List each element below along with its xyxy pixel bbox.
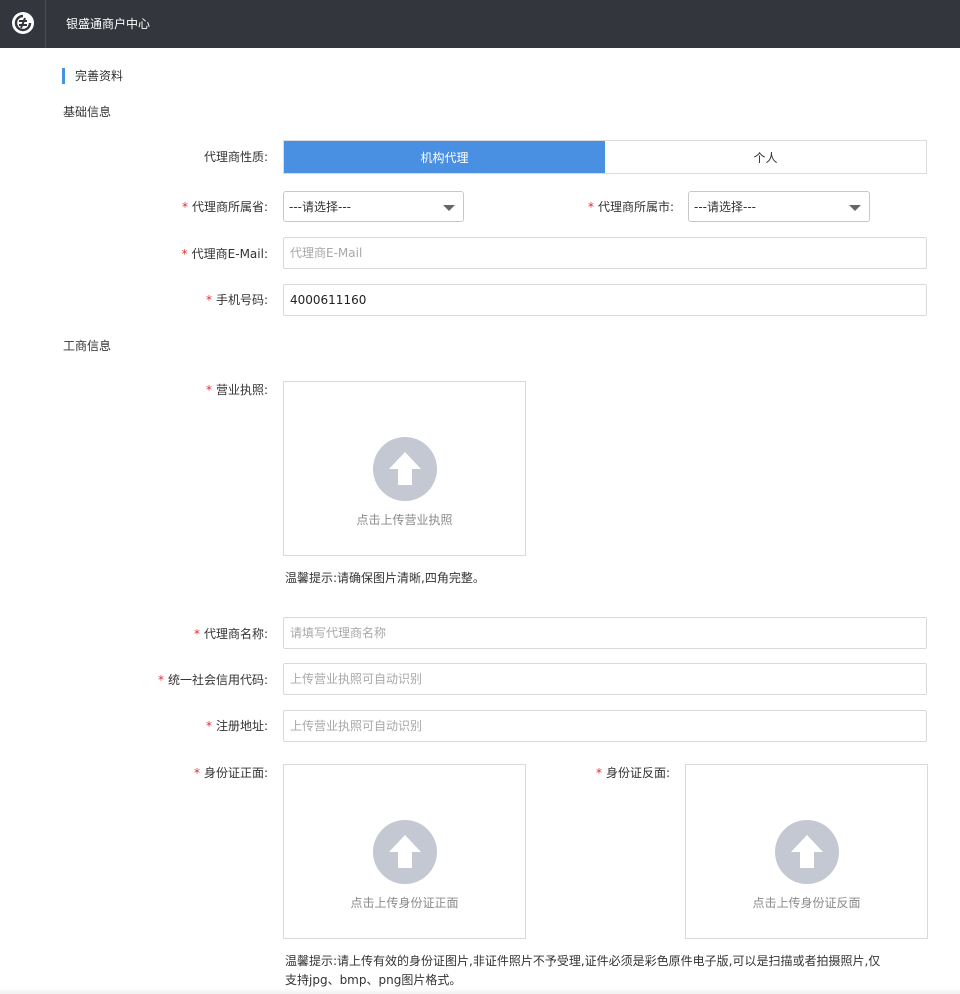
basic-info-heading: 基础信息 bbox=[63, 105, 112, 119]
agent-type-option-institution[interactable]: 机构代理 bbox=[284, 141, 605, 173]
agent-type-label: 代理商性质: bbox=[203, 150, 268, 164]
upload-arrow-icon bbox=[373, 437, 437, 501]
id-tip-line-1: 温馨提示:请上传有效的身份证图片,非证件照片不予受理,证件必须是彩色原件电子版,… bbox=[285, 954, 881, 968]
agent-name-label: * 代理商名称: bbox=[193, 627, 268, 641]
app-title: 银盛通商户中心 bbox=[66, 17, 151, 31]
id-tip-line-2: 支持jpg、bmp、png图片格式。 bbox=[285, 973, 462, 987]
province-select[interactable]: ---请选择--- bbox=[283, 191, 464, 222]
email-label: * 代理商E-Mail: bbox=[181, 247, 268, 261]
city-select-value: ---请选择--- bbox=[694, 200, 756, 214]
id-front-label: * 身份证正面: bbox=[193, 766, 268, 780]
required-marker: * bbox=[587, 200, 594, 214]
required-marker: * bbox=[205, 293, 212, 307]
license-upload-box[interactable]: 点击上传营业执照 bbox=[283, 381, 526, 556]
upload-arrow-icon bbox=[373, 820, 437, 884]
id-back-label: * 身份证反面: bbox=[595, 766, 670, 780]
license-label: * 营业执照: bbox=[205, 383, 268, 397]
id-back-upload-box[interactable]: 点击上传身份证反面 bbox=[685, 764, 928, 939]
required-marker: * bbox=[193, 766, 200, 780]
top-navigation-bar: 银盛通商户中心 bbox=[0, 0, 960, 48]
required-marker: * bbox=[595, 766, 602, 780]
required-marker: * bbox=[205, 719, 212, 733]
business-info-heading: 工商信息 bbox=[63, 339, 112, 353]
license-tip: 温馨提示:请确保图片清晰,四角完整。 bbox=[285, 571, 485, 585]
logo-container[interactable] bbox=[0, 0, 46, 48]
phone-field[interactable] bbox=[283, 284, 927, 316]
agent-type-option-individual[interactable]: 个人 bbox=[605, 141, 926, 173]
required-marker: * bbox=[181, 247, 188, 261]
agent-type-toggle[interactable]: 机构代理 个人 bbox=[283, 140, 927, 174]
required-marker: * bbox=[181, 200, 188, 214]
credit-code-label: * 统一社会信用代码: bbox=[157, 673, 268, 687]
required-marker: * bbox=[157, 673, 164, 687]
email-field[interactable] bbox=[283, 237, 927, 269]
id-back-upload-text: 点击上传身份证反面 bbox=[752, 896, 861, 910]
id-front-upload-text: 点击上传身份证正面 bbox=[350, 896, 459, 910]
city-select[interactable]: ---请选择--- bbox=[688, 191, 870, 222]
bottom-divider bbox=[0, 988, 960, 994]
page-title: 完善资料 bbox=[62, 68, 123, 84]
city-label: * 代理商所属市: bbox=[587, 200, 674, 214]
province-label: * 代理商所属省: bbox=[181, 200, 268, 214]
id-front-upload-box[interactable]: 点击上传身份证正面 bbox=[283, 764, 526, 939]
phone-label: * 手机号码: bbox=[205, 293, 268, 307]
credit-code-field[interactable] bbox=[283, 663, 927, 695]
license-upload-text: 点击上传营业执照 bbox=[356, 513, 453, 527]
address-field[interactable] bbox=[283, 710, 927, 742]
logo-icon bbox=[12, 12, 34, 34]
agent-name-field[interactable] bbox=[283, 617, 927, 649]
chevron-down-icon bbox=[443, 205, 455, 211]
required-marker: * bbox=[205, 383, 212, 397]
address-label: * 注册地址: bbox=[205, 719, 268, 733]
required-marker: * bbox=[193, 627, 200, 641]
province-select-value: ---请选择--- bbox=[289, 200, 351, 214]
upload-arrow-icon bbox=[775, 820, 839, 884]
chevron-down-icon bbox=[849, 205, 861, 211]
